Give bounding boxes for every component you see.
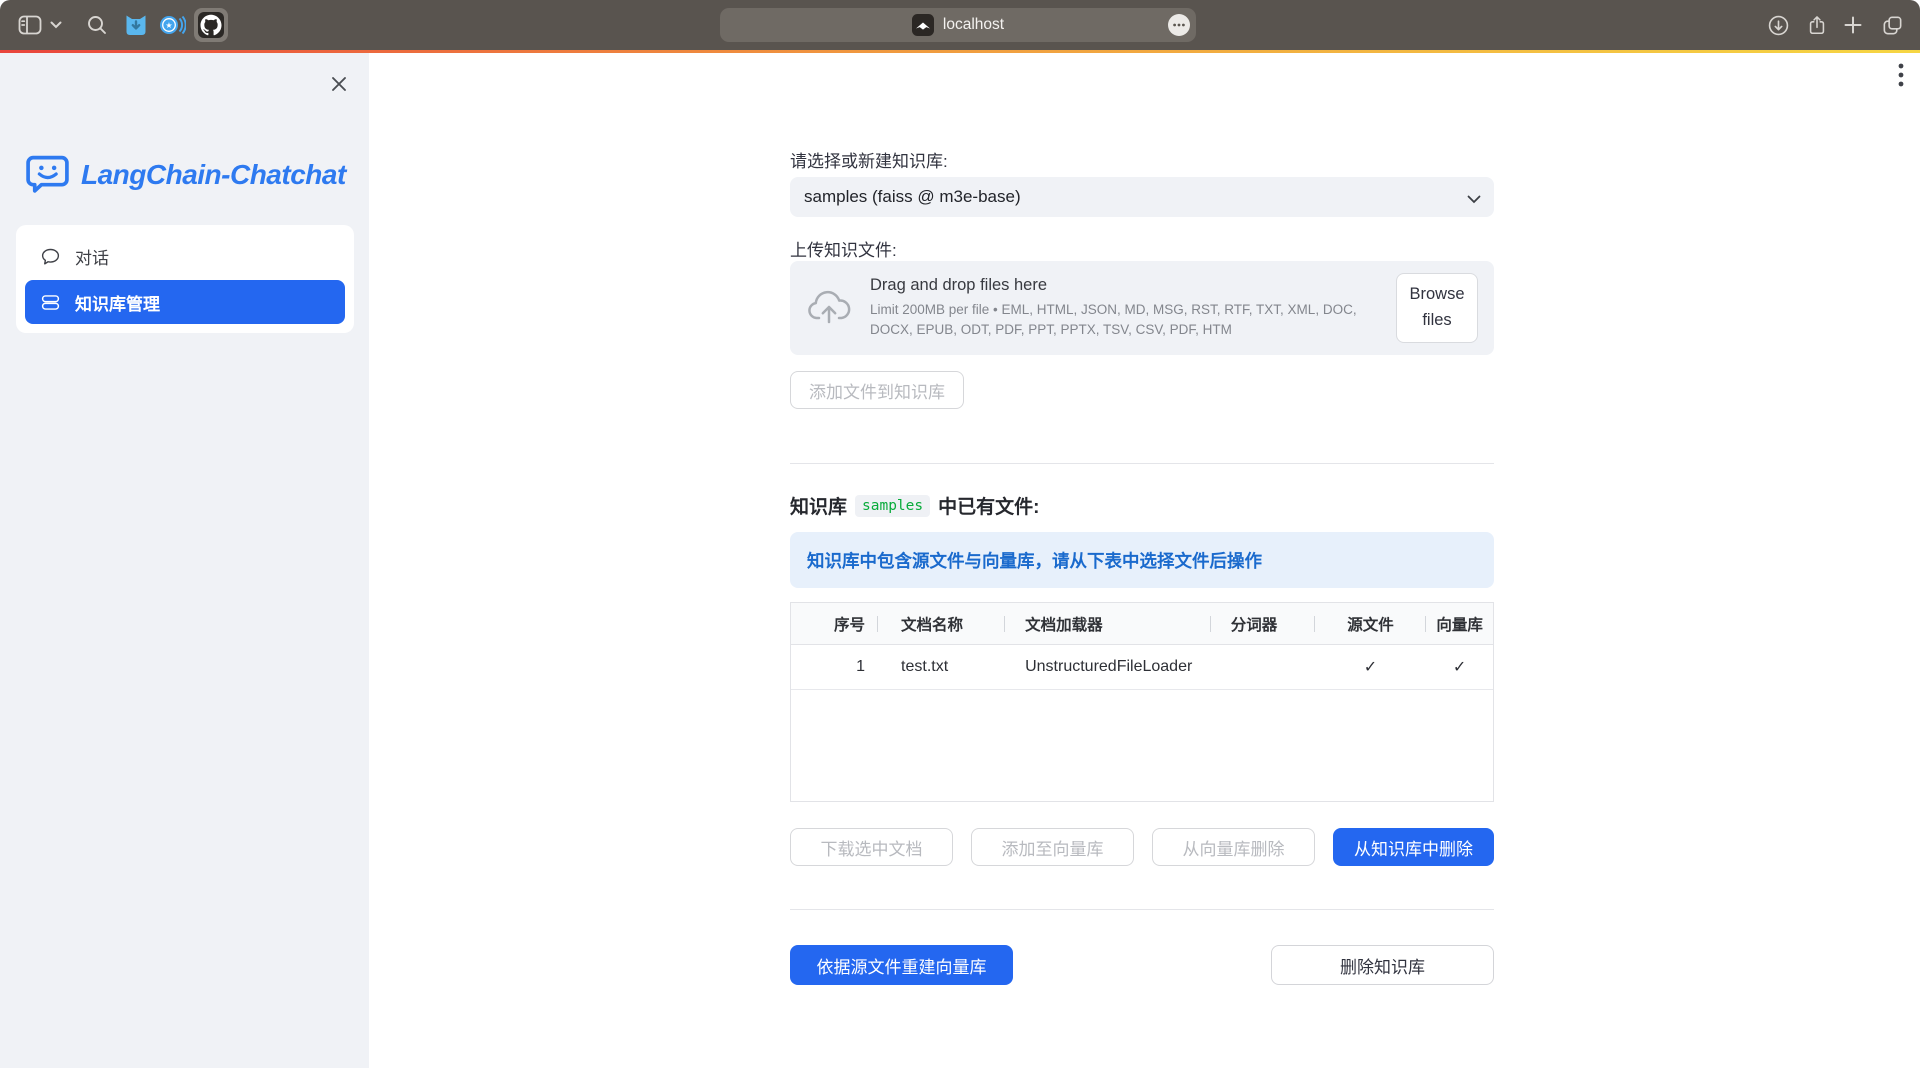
chatbot-logo-icon bbox=[24, 153, 71, 196]
app-menu-button[interactable] bbox=[1898, 62, 1904, 93]
cell-source-file-check: ✓ bbox=[1315, 645, 1427, 689]
kb-files-heading: 知识库 samples 中已有文件: bbox=[790, 492, 1039, 519]
github-extension-button[interactable] bbox=[194, 0, 228, 50]
sidebar-close-button[interactable] bbox=[330, 75, 348, 98]
download-selected-button[interactable]: 下载选中文档 bbox=[790, 828, 953, 866]
cell-vector-store-check: ✓ bbox=[1426, 645, 1493, 689]
svg-text:★: ★ bbox=[165, 21, 172, 30]
kb-select-label: 请选择或新建知识库: bbox=[790, 147, 948, 172]
sidebar-toggle-icon bbox=[18, 15, 42, 35]
chevron-down-icon bbox=[1467, 189, 1481, 209]
tabs-icon bbox=[1881, 14, 1904, 37]
github-active-highlight bbox=[194, 8, 228, 42]
app-logo-text: LangChain-Chatchat bbox=[81, 159, 346, 191]
cat-extension-button[interactable] bbox=[123, 0, 149, 50]
rebuild-vector-store-button[interactable]: 依据源文件重建向量库 bbox=[790, 945, 1013, 985]
info-alert: 知识库中包含源文件与向量库，请从下表中选择文件后操作 bbox=[790, 532, 1494, 588]
star-rings-icon: ★ bbox=[158, 12, 186, 38]
files-table: 序号 文档名称 文档加载器 分词器 源文件 向量库 1 test.txt Uns… bbox=[790, 602, 1494, 802]
knowledge-stack-icon bbox=[40, 292, 61, 313]
sidebar-item-dialogue[interactable]: 对话 bbox=[25, 234, 345, 278]
file-actions-row: 下载选中文档 添加至向量库 从向量库删除 从知识库中删除 bbox=[790, 828, 1494, 866]
kb-select-value: samples (faiss @ m3e-base) bbox=[804, 187, 1021, 207]
tab-overview-button[interactable] bbox=[1881, 0, 1904, 50]
heading-prefix: 知识库 bbox=[790, 492, 847, 519]
cat-catch-icon bbox=[123, 12, 149, 38]
main-content: 请选择或新建知识库: samples (faiss @ m3e-base) 上传… bbox=[790, 0, 1494, 1080]
cell-loader: UnstructuredFileLoader bbox=[1005, 645, 1211, 689]
chat-bubble-icon bbox=[40, 246, 61, 267]
column-header-filename[interactable]: 文档名称 bbox=[878, 603, 1005, 644]
dropzone-title: Drag and drop files here bbox=[870, 276, 1382, 295]
share-icon bbox=[1806, 13, 1828, 37]
divider bbox=[790, 909, 1494, 910]
sidebar: LangChain-Chatchat 对话 知识库管理 bbox=[0, 53, 369, 1068]
info-alert-text: 知识库中包含源文件与向量库，请从下表中选择文件后操作 bbox=[807, 548, 1262, 573]
app-window: ★ localhost bbox=[0, 0, 1920, 1080]
close-icon bbox=[330, 75, 348, 93]
column-header-index[interactable]: 序号 bbox=[791, 603, 878, 644]
sidebar-item-label: 知识库管理 bbox=[75, 290, 160, 315]
divider bbox=[790, 463, 1494, 464]
sidebar-toggle-chevron[interactable] bbox=[50, 0, 62, 50]
sidebar-item-label: 对话 bbox=[75, 244, 109, 269]
kb-name-code: samples bbox=[855, 495, 930, 517]
download-icon bbox=[1767, 14, 1790, 37]
kebab-icon bbox=[1898, 62, 1904, 88]
dropzone-hint: Limit 200MB per file • EML, HTML, JSON, … bbox=[870, 300, 1382, 339]
remove-from-vector-store-button[interactable]: 从向量库删除 bbox=[1152, 828, 1315, 866]
dropzone-text: Drag and drop files here Limit 200MB per… bbox=[870, 276, 1382, 339]
column-header-source-file[interactable]: 源文件 bbox=[1315, 603, 1427, 644]
cloud-upload-icon bbox=[806, 290, 852, 326]
cell-splitter bbox=[1211, 645, 1315, 689]
sidebar-item-knowledge-base[interactable]: 知识库管理 bbox=[25, 280, 345, 324]
add-files-to-kb-button[interactable]: 添加文件到知识库 bbox=[790, 371, 964, 409]
download-button[interactable] bbox=[1767, 0, 1790, 50]
heading-suffix: 中已有文件: bbox=[938, 492, 1039, 519]
sidebar-toggle-button[interactable] bbox=[18, 0, 42, 50]
toolbar-search-button[interactable] bbox=[86, 0, 108, 50]
delete-from-kb-button[interactable]: 从知识库中删除 bbox=[1333, 828, 1494, 866]
github-icon bbox=[198, 12, 224, 38]
column-header-splitter[interactable]: 分词器 bbox=[1211, 603, 1315, 644]
share-button[interactable] bbox=[1806, 0, 1828, 50]
add-to-vector-store-button[interactable]: 添加至向量库 bbox=[971, 828, 1134, 866]
kb-footer-actions: 依据源文件重建向量库 删除知识库 bbox=[790, 945, 1494, 985]
files-table-header: 序号 文档名称 文档加载器 分词器 源文件 向量库 bbox=[791, 603, 1493, 645]
kb-select[interactable]: samples (faiss @ m3e-base) bbox=[790, 177, 1494, 217]
uploader-label: 上传知识文件: bbox=[790, 236, 897, 261]
table-row[interactable]: 1 test.txt UnstructuredFileLoader ✓ ✓ bbox=[791, 645, 1493, 690]
column-header-vector-store[interactable]: 向量库 bbox=[1426, 603, 1493, 644]
search-icon bbox=[86, 14, 108, 36]
column-header-loader[interactable]: 文档加载器 bbox=[1005, 603, 1211, 644]
cell-index: 1 bbox=[791, 645, 878, 689]
new-tab-button[interactable] bbox=[1843, 0, 1863, 50]
rings-extension-button[interactable]: ★ bbox=[158, 0, 186, 50]
sidebar-menu: 对话 知识库管理 bbox=[16, 225, 354, 333]
app-logo: LangChain-Chatchat bbox=[24, 153, 346, 196]
browse-files-button[interactable]: Browse files bbox=[1396, 273, 1478, 342]
plus-icon bbox=[1843, 15, 1863, 35]
chevron-down-icon bbox=[50, 21, 62, 29]
delete-kb-button[interactable]: 删除知识库 bbox=[1271, 945, 1494, 985]
file-dropzone[interactable]: Drag and drop files here Limit 200MB per… bbox=[790, 261, 1494, 355]
cell-filename: test.txt bbox=[878, 645, 1005, 689]
